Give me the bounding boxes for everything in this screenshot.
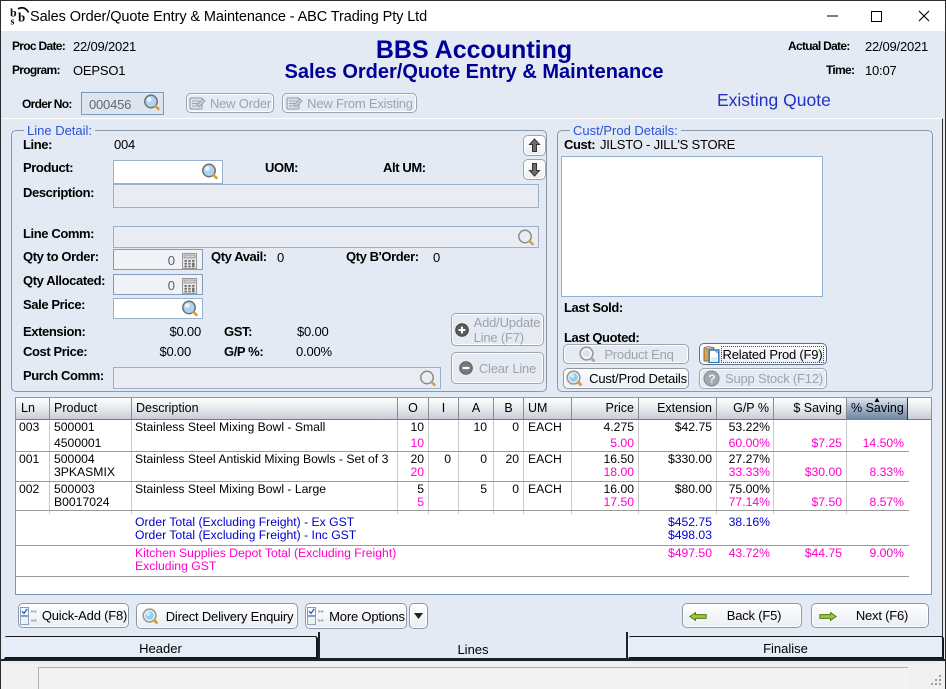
svg-text:?: ? (708, 372, 715, 386)
svg-text:s: s (11, 17, 15, 28)
svg-text:b: b (18, 10, 25, 25)
